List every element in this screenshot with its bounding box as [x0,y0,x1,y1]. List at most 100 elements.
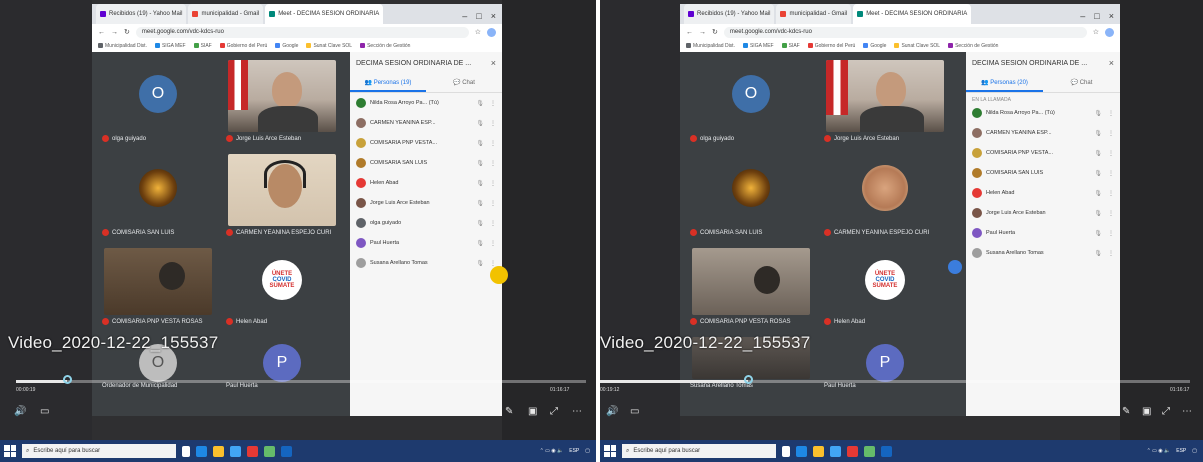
taskbar-search[interactable]: ⌕ Escribe aquí para buscar [22,444,176,458]
tab-meet[interactable]: Meet - DECIMA SESION ORDINARIA [265,4,384,24]
bookmark-item[interactable]: Gobierno del Perú [807,43,855,49]
bookmark-item[interactable]: Sunat Clave SOL [894,43,940,49]
seek-knob[interactable] [743,375,753,384]
tab-chat[interactable]: 💬 Chat [426,75,502,92]
url-field[interactable]: meet.google.com/vdc-kdcs-ruo [723,26,1087,38]
mic-off-icon[interactable]: 🎙 [476,160,484,167]
profile-icon[interactable] [487,27,496,37]
participant-tile[interactable]: ÚNETE COVID SÚMATE Helen Abad [222,244,342,329]
more-options-icon[interactable]: ⋮ [1108,230,1114,237]
participant-tile[interactable]: COMISARIA SAN LUIS [98,150,218,240]
folder-icon[interactable] [213,445,224,457]
mic-off-icon[interactable]: 🎙 [476,260,484,267]
folder-icon[interactable] [813,445,824,457]
input-language[interactable]: ESP [1176,448,1186,454]
participant-tile[interactable]: COMISARIA PNP VESTA ROSAS [98,244,218,329]
participant-row[interactable]: COMISARIA PNP VESTA... 🎙 ⋮ [350,133,502,153]
tab-gmail[interactable]: municipalidad - Gmail [188,4,264,24]
seek-knob[interactable] [63,375,73,384]
tab-people[interactable]: 👥 Personas (19) [350,75,426,92]
tab-yahoo[interactable]: Recibidos (19) - Yahoo Mail [684,4,775,24]
participant-tile[interactable]: O olga guiyado [98,56,218,146]
tab-people[interactable]: 👥 Personas (20) [966,75,1043,92]
volume-icon[interactable]: 🔊 [14,406,26,417]
mic-off-icon[interactable]: 🎙 [1094,110,1102,117]
more-options-icon[interactable]: ⋮ [490,180,496,187]
participant-tile[interactable]: P Paul Huerta [222,333,342,393]
bookmark-item[interactable]: Sección de Gestión [360,43,410,49]
notifications-icon[interactable]: ▢ [1192,448,1197,454]
close-icon[interactable]: × [491,11,496,21]
mic-off-icon[interactable]: 🎙 [476,140,484,147]
notifications-icon[interactable]: ▢ [585,448,590,454]
subtitles-icon[interactable]: ▭ [40,406,49,417]
windows-start-icon[interactable] [4,445,16,457]
bookmark-item[interactable]: SIAF [193,43,212,49]
participant-row[interactable]: olga guiyado 🎙 ⋮ [350,213,502,233]
seek-bar[interactable] [600,375,1190,384]
forward-icon[interactable]: → [699,29,706,36]
subtitles-icon[interactable]: ▭ [630,406,639,417]
participant-row[interactable]: Helen Abad 🎙 ⋮ [350,173,502,193]
participant-row[interactable]: CARMEN YEANINA ESP... 🎙 ⋮ [350,113,502,133]
more-options-icon[interactable]: ⋮ [1108,130,1114,137]
participant-row[interactable]: Susana Arellano Tomas 🎙 ⋮ [966,243,1120,263]
mic-off-icon[interactable]: 🎙 [1094,210,1102,217]
participant-tile[interactable]: CARMEN YEANINA ESPEJO CURI [222,150,342,240]
bookmark-item[interactable]: SIAF [781,43,800,49]
mic-off-icon[interactable]: 🎙 [476,220,484,227]
star-icon[interactable]: ☆ [1093,28,1099,36]
close-icon[interactable]: × [491,58,496,68]
back-icon[interactable]: ← [98,29,105,36]
taskview-icon[interactable] [782,445,790,457]
more-options-icon[interactable]: ⋮ [490,100,496,107]
tray-icons[interactable]: ⌃ ▭ ◉ 🔈 [540,448,564,454]
participant-tile[interactable]: O olga guiyado [686,56,816,146]
url-field[interactable]: meet.google.com/vdc-kdcs-ruo [135,26,469,38]
volume-icon[interactable]: 🔊 [606,406,618,417]
more-options-icon[interactable]: ⋮ [490,260,496,267]
more-options-icon[interactable]: ⋮ [490,200,496,207]
participant-row[interactable]: COMISARIA SAN LUIS 🎙 ⋮ [966,163,1120,183]
participant-tile[interactable]: Jorge Luis Arce Esteban [820,56,950,146]
bookmark-item[interactable]: Municipalidad Dist. [98,43,147,49]
bookmark-item[interactable]: Sección de Gestión [948,43,998,49]
edit-icon[interactable]: ✎ [505,406,513,417]
mic-off-icon[interactable]: 🎙 [1094,150,1102,157]
participant-tile[interactable]: ÚNETE COVID SÚMATE Helen Abad [820,244,950,329]
taskbar-search[interactable]: ⌕ Escribe aquí para buscar [622,444,776,458]
participant-row[interactable]: Jorge Luis Arce Esteban 🎙 ⋮ [966,203,1120,223]
close-icon[interactable]: × [1109,11,1114,21]
more-options-icon[interactable]: ⋮ [490,120,496,127]
mic-off-icon[interactable]: 🎙 [476,100,484,107]
edge-icon[interactable] [196,445,207,457]
fullscreen-icon[interactable]: ⤢ [550,406,558,417]
cast-icon[interactable]: ▣ [528,406,537,417]
tab-chat[interactable]: 💬 Chat [1043,75,1120,92]
word-icon[interactable] [281,445,292,457]
tray-icons[interactable]: ⌃ ▭ ◉ 🔈 [1147,448,1171,454]
back-icon[interactable]: ← [686,29,693,36]
more-options-icon[interactable]: ⋮ [490,160,496,167]
participant-row[interactable]: CARMEN YEANINA ESP... 🎙 ⋮ [966,123,1120,143]
participant-row[interactable]: Helen Abad 🎙 ⋮ [966,183,1120,203]
tab-yahoo[interactable]: Recibidos (19) - Yahoo Mail [96,4,187,24]
participant-row[interactable]: Susana Arellano Tomas 🎙 ⋮ [350,253,502,273]
store-icon[interactable] [230,445,241,457]
app-icon[interactable] [264,445,275,457]
participant-row[interactable]: COMISARIA SAN LUIS 🎙 ⋮ [350,153,502,173]
bookmark-item[interactable]: Gobierno del Perú [219,43,267,49]
close-icon[interactable]: × [1109,58,1114,68]
participant-tile[interactable]: COMISARIA PNP VESTA ROSAS [686,244,816,329]
tab-meet[interactable]: Meet - DECIMA SESION ORDINARIA [853,4,972,24]
bookmark-item[interactable]: Google [275,43,298,49]
bookmark-item[interactable]: SIGA MEF [742,43,774,49]
more-options-icon[interactable]: ⋮ [490,140,496,147]
mic-off-icon[interactable]: 🎙 [1094,250,1102,257]
maximize-icon[interactable]: □ [476,11,481,21]
mic-off-icon[interactable]: 🎙 [476,240,484,247]
mic-off-icon[interactable]: 🎙 [1094,190,1102,197]
fullscreen-icon[interactable]: ⤢ [1162,406,1170,417]
more-options-icon[interactable]: ⋮ [1108,210,1114,217]
participant-row[interactable]: COMISARIA PNP VESTA... 🎙 ⋮ [966,143,1120,163]
